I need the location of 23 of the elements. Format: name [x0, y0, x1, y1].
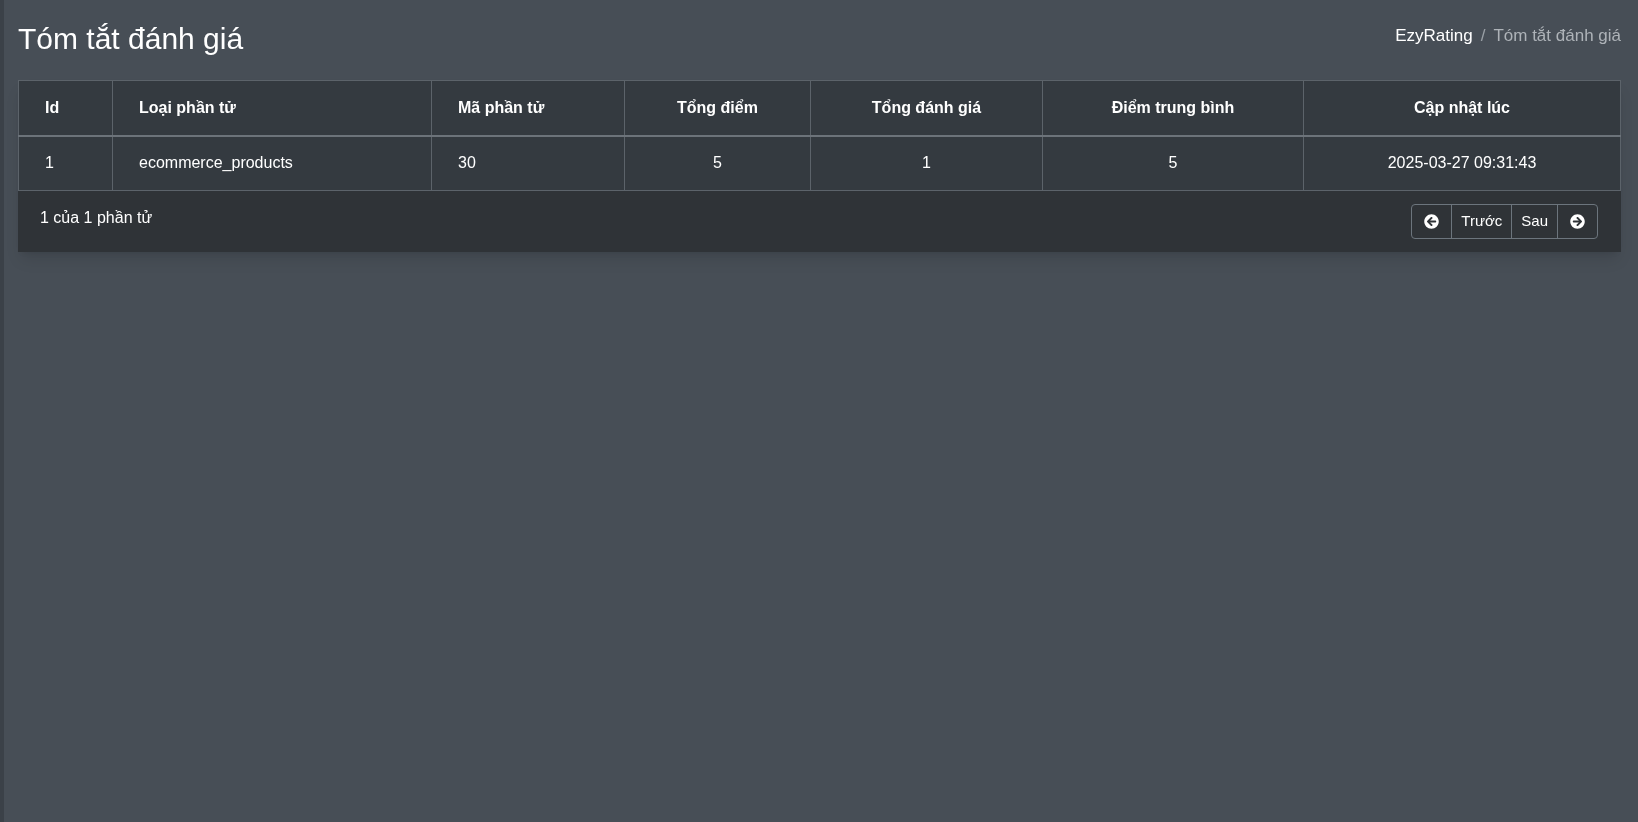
arrow-left-icon [1424, 214, 1440, 229]
page-title: Tóm tắt đánh giá [18, 20, 244, 57]
column-header: Điểm trung bình [1042, 80, 1304, 136]
breadcrumb-separator: / [1480, 25, 1486, 48]
pagination-button[interactable]: Trước [1452, 205, 1513, 238]
record-summary: 1 của 1 phần tử [40, 207, 153, 228]
table-cell: ecommerce_products [112, 135, 432, 191]
column-header: Id [18, 80, 113, 136]
table-cell: 5 [1042, 135, 1304, 191]
column-header: Mã phần tử [431, 80, 625, 136]
column-header: Tổng đánh giá [810, 80, 1043, 136]
breadcrumb-link[interactable]: Tóm tắt đánh giá [1493, 23, 1621, 49]
column-header: Loại phần tử [112, 80, 432, 136]
table-cell: 2025-03-27 09:31:43 [1303, 135, 1621, 191]
table-cell: 30 [431, 135, 625, 191]
table-cell: 1 [810, 135, 1043, 191]
table-cell: 5 [624, 135, 811, 191]
pagination-button[interactable]: Sau [1512, 205, 1558, 238]
table-cell: 1 [18, 135, 113, 191]
breadcrumb-link[interactable]: EzyRating [1395, 23, 1473, 49]
arrow-right-icon [1570, 214, 1585, 229]
column-header: Cập nhật lúc [1303, 80, 1621, 136]
column-header: Tổng điểm [624, 80, 811, 136]
